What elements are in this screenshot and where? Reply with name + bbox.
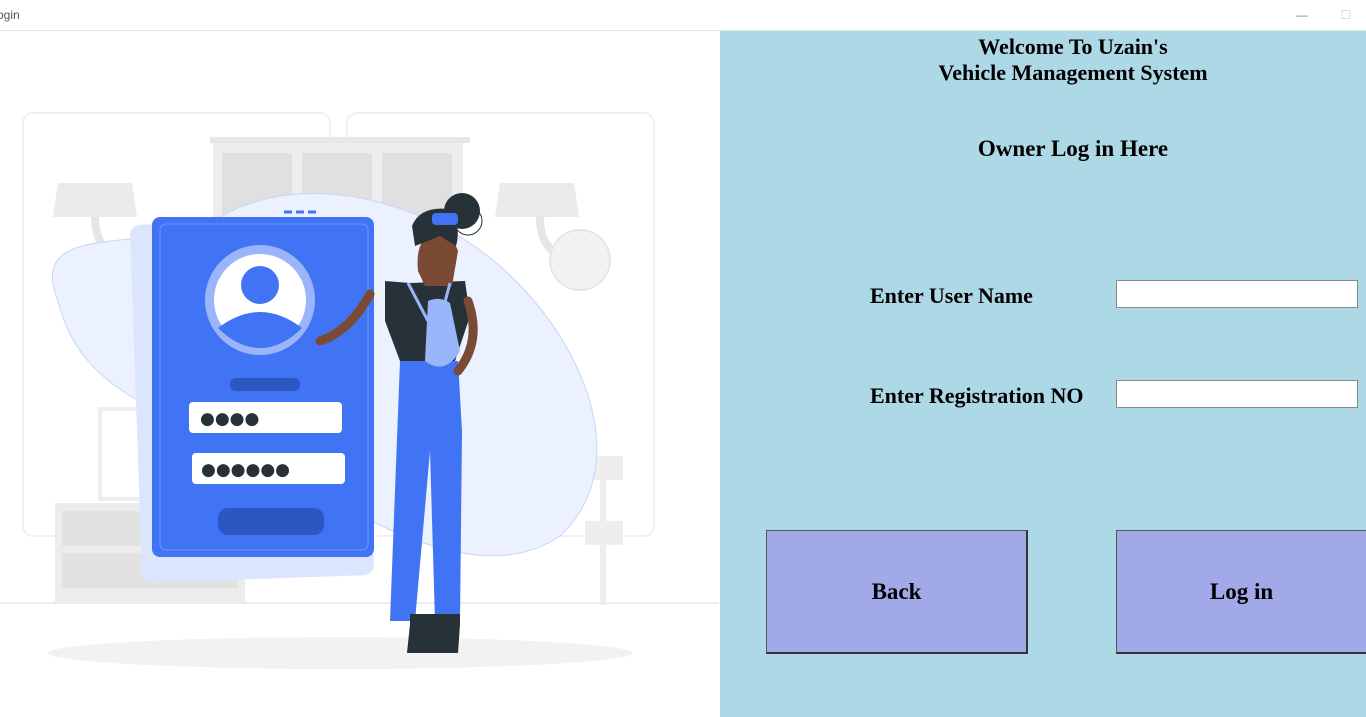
login-button-label: Log in bbox=[1209, 578, 1274, 604]
window-title: ogin bbox=[0, 8, 20, 22]
welcome-heading: Welcome To Uzain's Vehicle Management Sy… bbox=[720, 34, 1366, 86]
username-label: Enter User Name bbox=[870, 283, 1033, 308]
username-input[interactable] bbox=[1116, 280, 1358, 308]
login-button[interactable]: Log in bbox=[1116, 530, 1366, 654]
illustration-panel: ●●●● ●●●●●● bbox=[0, 31, 719, 717]
owner-login-subheading: Owner Log in Here bbox=[977, 136, 1169, 161]
registration-label: Enter Registration NO bbox=[870, 383, 1084, 408]
maximize-icon[interactable]: ☐ bbox=[1324, 0, 1366, 30]
pin-dots: ●●●● bbox=[200, 409, 259, 429]
login-form-panel: Welcome To Uzain's Vehicle Management Sy… bbox=[720, 31, 1366, 717]
welcome-heading-line2: Vehicle Management System bbox=[938, 60, 1208, 85]
password-dots: ●●●●●● bbox=[201, 460, 290, 480]
minimize-icon[interactable]: — bbox=[1280, 0, 1324, 30]
back-button-label: Back bbox=[871, 578, 922, 604]
back-button[interactable]: Back bbox=[766, 530, 1028, 654]
login-illustration: ●●●● ●●●●●● bbox=[0, 112, 719, 669]
registration-input[interactable] bbox=[1116, 380, 1358, 408]
welcome-heading-line1: Welcome To Uzain's bbox=[978, 34, 1168, 59]
title-bar: ogin — ☐ bbox=[0, 0, 1366, 31]
